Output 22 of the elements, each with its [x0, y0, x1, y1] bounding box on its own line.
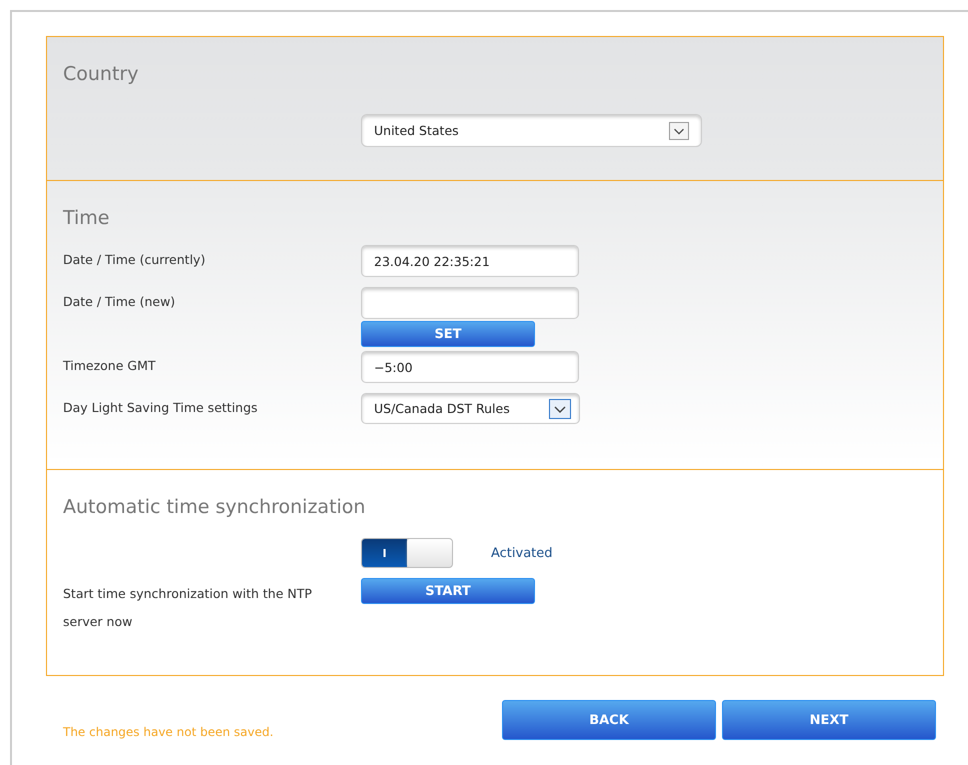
- input-field[interactable]: −5:00: [361, 351, 579, 383]
- section-title: Automatic time synchronization: [63, 496, 366, 518]
- dst-select[interactable]: US/Canada DST Rules: [361, 393, 580, 424]
- field-label: Timezone GMT: [63, 357, 156, 373]
- input-field[interactable]: [361, 287, 579, 319]
- next-button[interactable]: NEXT: [722, 700, 936, 740]
- toggle-switch[interactable]: I: [361, 538, 453, 568]
- field-label: Day Light Saving Time settings: [63, 399, 259, 415]
- start-button[interactable]: START: [361, 578, 535, 604]
- section-title: Time: [63, 207, 110, 229]
- chevron-down-icon: [669, 122, 689, 140]
- field-label: Date / Time (new): [63, 293, 176, 309]
- country-select[interactable]: United States: [361, 114, 702, 147]
- unsaved-message: The changes have not been saved.: [63, 725, 274, 739]
- set-button[interactable]: SET: [361, 321, 535, 347]
- field-label: Date / Time (currently): [63, 251, 206, 267]
- input-field[interactable]: 23.04.20 22:35:21: [361, 245, 579, 277]
- back-button[interactable]: BACK: [502, 700, 716, 740]
- status-text: Activated: [491, 546, 553, 560]
- chevron-down-icon: [549, 398, 571, 418]
- sync-label: Start time synchronization with the NTP server now: [63, 585, 313, 631]
- section-title: Country: [63, 63, 140, 85]
